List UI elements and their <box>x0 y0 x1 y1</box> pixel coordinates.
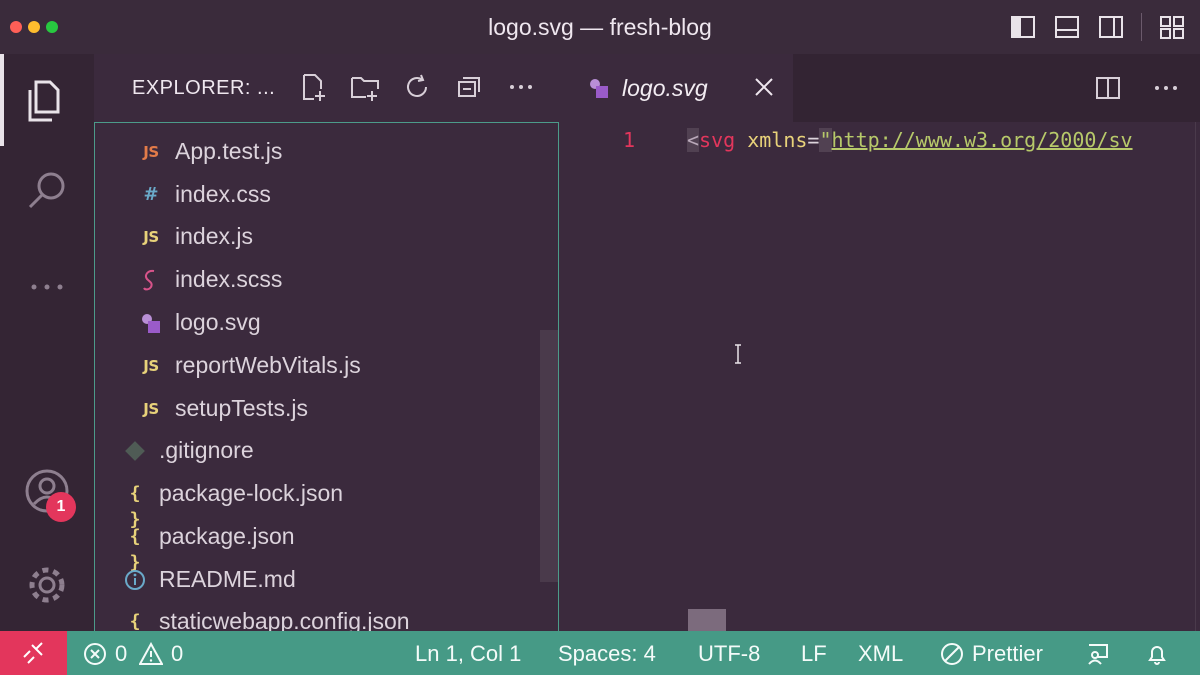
file-label: App.test.js <box>175 138 283 164</box>
js-icon: JS <box>143 228 159 246</box>
file-row-index-css[interactable]: # index.css <box>95 174 558 216</box>
file-row-logo-svg[interactable]: logo.svg <box>95 302 558 344</box>
more-actions-icon[interactable] <box>506 72 536 102</box>
file-row-reportwebvitals-js[interactable]: JS reportWebVitals.js <box>95 345 558 387</box>
warning-count[interactable]: 0 <box>171 641 183 667</box>
js-test-icon: JS <box>143 143 159 161</box>
git-icon <box>125 441 145 461</box>
code-attribute: xmlns <box>735 128 808 152</box>
editor-ruler <box>1195 122 1196 631</box>
file-row-app-test-js[interactable]: JS App.test.js <box>95 131 558 173</box>
explorer-actions <box>298 72 536 102</box>
activity-bar: 1 <box>0 54 94 631</box>
encoding[interactable]: UTF-8 <box>698 641 760 667</box>
formatter[interactable]: Prettier <box>972 641 1043 667</box>
explorer-title: EXPLORER: ... <box>132 77 276 99</box>
indentation[interactable]: Spaces: 4 <box>558 641 656 667</box>
more-views-icon[interactable] <box>22 262 72 312</box>
file-row-package-lock-json[interactable]: { } package-lock.json <box>95 473 558 530</box>
file-label: package-lock.json <box>159 480 344 506</box>
json-icon: { } <box>129 526 141 573</box>
file-row-index-js[interactable]: JS index.js <box>95 216 558 258</box>
code-quote: " <box>819 128 832 152</box>
file-row-setuptests-js[interactable]: JS setupTests.js <box>95 388 558 430</box>
explorer-files-icon[interactable] <box>22 76 72 126</box>
file-label: index.js <box>175 223 253 249</box>
error-icon[interactable] <box>83 642 107 666</box>
file-label: staticwebapp.config.json <box>159 608 410 631</box>
active-indicator <box>0 54 4 146</box>
explorer-sidebar: EXPLORER: ... JS App.test.js # index.css… <box>94 54 559 631</box>
collapse-all-icon[interactable] <box>454 72 484 102</box>
explorer-scrollbar[interactable] <box>540 330 558 582</box>
editor-actions <box>1094 74 1180 102</box>
js-icon: JS <box>143 357 159 375</box>
refresh-icon[interactable] <box>402 72 432 102</box>
code-equals: = <box>807 128 820 152</box>
file-row-package-json[interactable]: { } package.json <box>95 516 558 573</box>
file-row-gitignore[interactable]: .gitignore <box>95 430 558 472</box>
text-cursor-icon <box>735 344 741 364</box>
gear-icon[interactable] <box>22 560 72 610</box>
layout-divider <box>1141 13 1142 41</box>
remote-indicator[interactable] <box>0 631 67 675</box>
split-editor-icon[interactable] <box>1094 74 1122 102</box>
new-file-icon[interactable] <box>298 72 328 102</box>
svg-icon <box>142 314 160 333</box>
file-row-staticwebapp-config-json[interactable]: { } staticwebapp.config.json <box>95 601 558 631</box>
json-icon: { } <box>129 611 141 631</box>
editor-area: logo.svg 1 <svg xmlns="http://www.w3.org… <box>559 54 1200 631</box>
code-open-bracket: < <box>687 128 700 152</box>
layout-controls <box>1009 12 1186 42</box>
editor-tab-bar: logo.svg <box>559 54 1200 122</box>
line-ending[interactable]: LF <box>801 641 827 667</box>
file-tree: JS App.test.js # index.css JS index.js i… <box>94 122 559 631</box>
file-label: package.json <box>159 523 295 549</box>
bell-icon[interactable] <box>1145 642 1169 666</box>
prettier-disabled-icon[interactable] <box>940 642 964 666</box>
accounts-badge: 1 <box>46 492 76 522</box>
title-bar: logo.svg — fresh-blog <box>0 0 1200 54</box>
search-icon[interactable] <box>22 166 72 216</box>
info-icon <box>125 570 145 590</box>
explorer-header: EXPLORER: ... <box>94 54 559 122</box>
file-label: setupTests.js <box>175 395 308 421</box>
close-icon[interactable] <box>753 76 775 98</box>
status-bar: 0 0 Ln 1, Col 1 Spaces: 4 UTF-8 LF XML P… <box>0 631 1200 675</box>
horizontal-scrollbar[interactable] <box>688 609 726 631</box>
file-label: README.md <box>159 566 296 592</box>
file-label: index.scss <box>175 266 283 292</box>
feedback-icon[interactable] <box>1086 642 1110 666</box>
customize-layout-icon[interactable] <box>1158 13 1186 41</box>
file-label: index.css <box>175 181 271 207</box>
file-label: logo.svg <box>175 309 261 335</box>
language-mode[interactable]: XML <box>858 641 903 667</box>
line-number: 1 <box>623 128 636 152</box>
cursor-position[interactable]: Ln 1, Col 1 <box>415 641 521 667</box>
code-tag: svg <box>699 128 736 152</box>
tab-logo-svg[interactable]: logo.svg <box>559 54 793 122</box>
toggle-primary-sidebar-icon[interactable] <box>1009 13 1037 41</box>
code-line[interactable]: <svg xmlns="http://www.w3.org/2000/sv <box>687 128 1133 156</box>
json-icon: { } <box>129 483 141 530</box>
remote-icon <box>23 642 43 664</box>
file-row-readme-md[interactable]: README.md <box>95 559 558 601</box>
toggle-secondary-sidebar-icon[interactable] <box>1097 13 1125 41</box>
error-count[interactable]: 0 <box>115 641 127 667</box>
warning-icon[interactable] <box>139 642 163 666</box>
file-label: reportWebVitals.js <box>175 352 361 378</box>
svg-icon <box>590 79 608 98</box>
toggle-panel-icon[interactable] <box>1053 13 1081 41</box>
more-actions-icon[interactable] <box>1152 74 1180 102</box>
sass-icon <box>143 269 155 291</box>
file-label: .gitignore <box>159 437 254 463</box>
new-folder-icon[interactable] <box>350 72 380 102</box>
file-row-index-scss[interactable]: index.scss <box>95 259 558 301</box>
tab-label: logo.svg <box>622 75 708 101</box>
js-icon: JS <box>143 400 159 418</box>
css-hash-icon: # <box>143 184 159 205</box>
code-url: http://www.w3.org/2000/sv <box>831 128 1133 152</box>
